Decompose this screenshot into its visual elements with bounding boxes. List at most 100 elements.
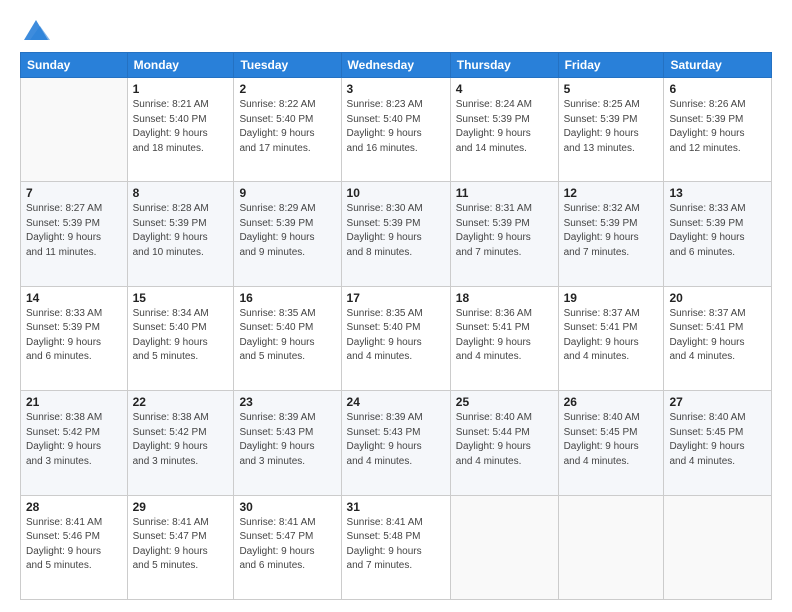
day-info: Sunrise: 8:35 AM Sunset: 5:40 PM Dayligh… — [347, 307, 445, 365]
calendar-header-sunday: Sunday — [21, 53, 128, 78]
day-number: 17 — [347, 291, 445, 305]
day-info: Sunrise: 8:34 AM Sunset: 5:40 PM Dayligh… — [133, 307, 229, 365]
calendar-cell: 8 Sunrise: 8:28 AM Sunset: 5:39 PM Daylig… — [127, 182, 234, 286]
calendar-cell: 19 Sunrise: 8:37 AM Sunset: 5:41 PM Dayli… — [558, 286, 664, 390]
day-info: Sunrise: 8:22 AM Sunset: 5:40 PM Dayligh… — [239, 98, 335, 156]
calendar-header-row: SundayMondayTuesdayWednesdayThursdayFrid… — [21, 53, 772, 78]
day-number: 21 — [26, 395, 122, 409]
day-number: 27 — [669, 395, 766, 409]
day-number: 29 — [133, 500, 229, 514]
calendar-cell: 25 Sunrise: 8:40 AM Sunset: 5:44 PM Dayli… — [450, 391, 558, 495]
calendar-week-row: 21 Sunrise: 8:38 AM Sunset: 5:42 PM Dayli… — [21, 391, 772, 495]
day-info: Sunrise: 8:24 AM Sunset: 5:39 PM Dayligh… — [456, 98, 553, 156]
day-info: Sunrise: 8:40 AM Sunset: 5:45 PM Dayligh… — [669, 411, 766, 469]
day-number: 15 — [133, 291, 229, 305]
calendar-cell: 29Sunrise: 8:41 AM Sunset: 5:47 PM Dayli… — [127, 495, 234, 599]
day-info: Sunrise: 8:41 AM Sunset: 5:48 PM Dayligh… — [347, 516, 445, 574]
day-info: Sunrise: 8:31 AM Sunset: 5:39 PM Dayligh… — [456, 202, 553, 260]
day-info: Sunrise: 8:26 AM Sunset: 5:39 PM Dayligh… — [669, 98, 766, 156]
day-number: 24 — [347, 395, 445, 409]
day-info: Sunrise: 8:40 AM Sunset: 5:45 PM Dayligh… — [564, 411, 659, 469]
calendar-week-row: 7Sunrise: 8:27 AM Sunset: 5:39 PM Daylig… — [21, 182, 772, 286]
day-number: 4 — [456, 82, 553, 96]
day-number: 11 — [456, 186, 553, 200]
calendar-cell — [558, 495, 664, 599]
day-info: Sunrise: 8:21 AM Sunset: 5:40 PM Dayligh… — [133, 98, 229, 156]
day-info: Sunrise: 8:28 AM Sunset: 5:39 PM Dayligh… — [133, 202, 229, 260]
calendar-cell: 13Sunrise: 8:33 AM Sunset: 5:39 PM Dayli… — [664, 182, 772, 286]
calendar-cell: 15 Sunrise: 8:34 AM Sunset: 5:40 PM Dayli… — [127, 286, 234, 390]
calendar-cell: 14 Sunrise: 8:33 AM Sunset: 5:39 PM Dayli… — [21, 286, 128, 390]
calendar-cell: 6 Sunrise: 8:26 AM Sunset: 5:39 PM Daylig… — [664, 78, 772, 182]
day-info: Sunrise: 8:38 AM Sunset: 5:42 PM Dayligh… — [26, 411, 122, 469]
calendar-cell: 17 Sunrise: 8:35 AM Sunset: 5:40 PM Dayli… — [341, 286, 450, 390]
calendar-cell: 27 Sunrise: 8:40 AM Sunset: 5:45 PM Dayli… — [664, 391, 772, 495]
calendar-cell: 4 Sunrise: 8:24 AM Sunset: 5:39 PM Daylig… — [450, 78, 558, 182]
day-info: Sunrise: 8:40 AM Sunset: 5:44 PM Dayligh… — [456, 411, 553, 469]
day-number: 1 — [133, 82, 229, 96]
day-number: 30 — [239, 500, 335, 514]
calendar-header-friday: Friday — [558, 53, 664, 78]
day-info: Sunrise: 8:39 AM Sunset: 5:43 PM Dayligh… — [347, 411, 445, 469]
calendar-cell: 16 Sunrise: 8:35 AM Sunset: 5:40 PM Dayli… — [234, 286, 341, 390]
day-info: Sunrise: 8:36 AM Sunset: 5:41 PM Dayligh… — [456, 307, 553, 365]
day-info: Sunrise: 8:32 AM Sunset: 5:39 PM Dayligh… — [564, 202, 659, 260]
day-number: 2 — [239, 82, 335, 96]
day-info: Sunrise: 8:37 AM Sunset: 5:41 PM Dayligh… — [564, 307, 659, 365]
calendar-header-saturday: Saturday — [664, 53, 772, 78]
calendar-week-row: 1 Sunrise: 8:21 AM Sunset: 5:40 PM Daylig… — [21, 78, 772, 182]
day-info: Sunrise: 8:41 AM Sunset: 5:47 PM Dayligh… — [239, 516, 335, 574]
day-info: Sunrise: 8:27 AM Sunset: 5:39 PM Dayligh… — [26, 202, 122, 260]
calendar-cell: 21 Sunrise: 8:38 AM Sunset: 5:42 PM Dayli… — [21, 391, 128, 495]
day-number: 5 — [564, 82, 659, 96]
calendar-cell: 22Sunrise: 8:38 AM Sunset: 5:42 PM Dayli… — [127, 391, 234, 495]
calendar-cell: 31 Sunrise: 8:41 AM Sunset: 5:48 PM Dayli… — [341, 495, 450, 599]
calendar-cell — [21, 78, 128, 182]
day-info: Sunrise: 8:23 AM Sunset: 5:40 PM Dayligh… — [347, 98, 445, 156]
page: SundayMondayTuesdayWednesdayThursdayFrid… — [0, 0, 792, 612]
logo — [20, 16, 56, 44]
day-number: 8 — [133, 186, 229, 200]
header — [20, 16, 772, 44]
calendar-cell: 20 Sunrise: 8:37 AM Sunset: 5:41 PM Dayli… — [664, 286, 772, 390]
day-number: 9 — [239, 186, 335, 200]
day-number: 25 — [456, 395, 553, 409]
day-number: 23 — [239, 395, 335, 409]
calendar-cell — [664, 495, 772, 599]
day-number: 19 — [564, 291, 659, 305]
calendar-cell: 2 Sunrise: 8:22 AM Sunset: 5:40 PM Daylig… — [234, 78, 341, 182]
day-info: Sunrise: 8:41 AM Sunset: 5:46 PM Dayligh… — [26, 516, 122, 574]
day-number: 20 — [669, 291, 766, 305]
day-number: 10 — [347, 186, 445, 200]
calendar-cell: 7Sunrise: 8:27 AM Sunset: 5:39 PM Daylig… — [21, 182, 128, 286]
day-number: 6 — [669, 82, 766, 96]
day-number: 12 — [564, 186, 659, 200]
calendar-cell: 3 Sunrise: 8:23 AM Sunset: 5:40 PM Daylig… — [341, 78, 450, 182]
day-info: Sunrise: 8:33 AM Sunset: 5:39 PM Dayligh… — [26, 307, 122, 365]
day-info: Sunrise: 8:30 AM Sunset: 5:39 PM Dayligh… — [347, 202, 445, 260]
calendar-cell: 10 Sunrise: 8:30 AM Sunset: 5:39 PM Dayli… — [341, 182, 450, 286]
day-number: 16 — [239, 291, 335, 305]
day-info: Sunrise: 8:37 AM Sunset: 5:41 PM Dayligh… — [669, 307, 766, 365]
day-number: 3 — [347, 82, 445, 96]
calendar-cell: 28 Sunrise: 8:41 AM Sunset: 5:46 PM Dayli… — [21, 495, 128, 599]
calendar-week-row: 28 Sunrise: 8:41 AM Sunset: 5:46 PM Dayli… — [21, 495, 772, 599]
day-number: 28 — [26, 500, 122, 514]
calendar-cell — [450, 495, 558, 599]
day-number: 22 — [133, 395, 229, 409]
day-info: Sunrise: 8:25 AM Sunset: 5:39 PM Dayligh… — [564, 98, 659, 156]
day-number: 18 — [456, 291, 553, 305]
day-info: Sunrise: 8:35 AM Sunset: 5:40 PM Dayligh… — [239, 307, 335, 365]
logo-icon — [20, 16, 52, 44]
calendar-header-tuesday: Tuesday — [234, 53, 341, 78]
day-number: 31 — [347, 500, 445, 514]
calendar-table: SundayMondayTuesdayWednesdayThursdayFrid… — [20, 52, 772, 600]
day-info: Sunrise: 8:39 AM Sunset: 5:43 PM Dayligh… — [239, 411, 335, 469]
calendar-cell: 18 Sunrise: 8:36 AM Sunset: 5:41 PM Dayli… — [450, 286, 558, 390]
calendar-header-wednesday: Wednesday — [341, 53, 450, 78]
calendar-header-thursday: Thursday — [450, 53, 558, 78]
calendar-cell: 11 Sunrise: 8:31 AM Sunset: 5:39 PM Dayli… — [450, 182, 558, 286]
day-number: 14 — [26, 291, 122, 305]
calendar-cell: 5 Sunrise: 8:25 AM Sunset: 5:39 PM Daylig… — [558, 78, 664, 182]
day-number: 13 — [669, 186, 766, 200]
